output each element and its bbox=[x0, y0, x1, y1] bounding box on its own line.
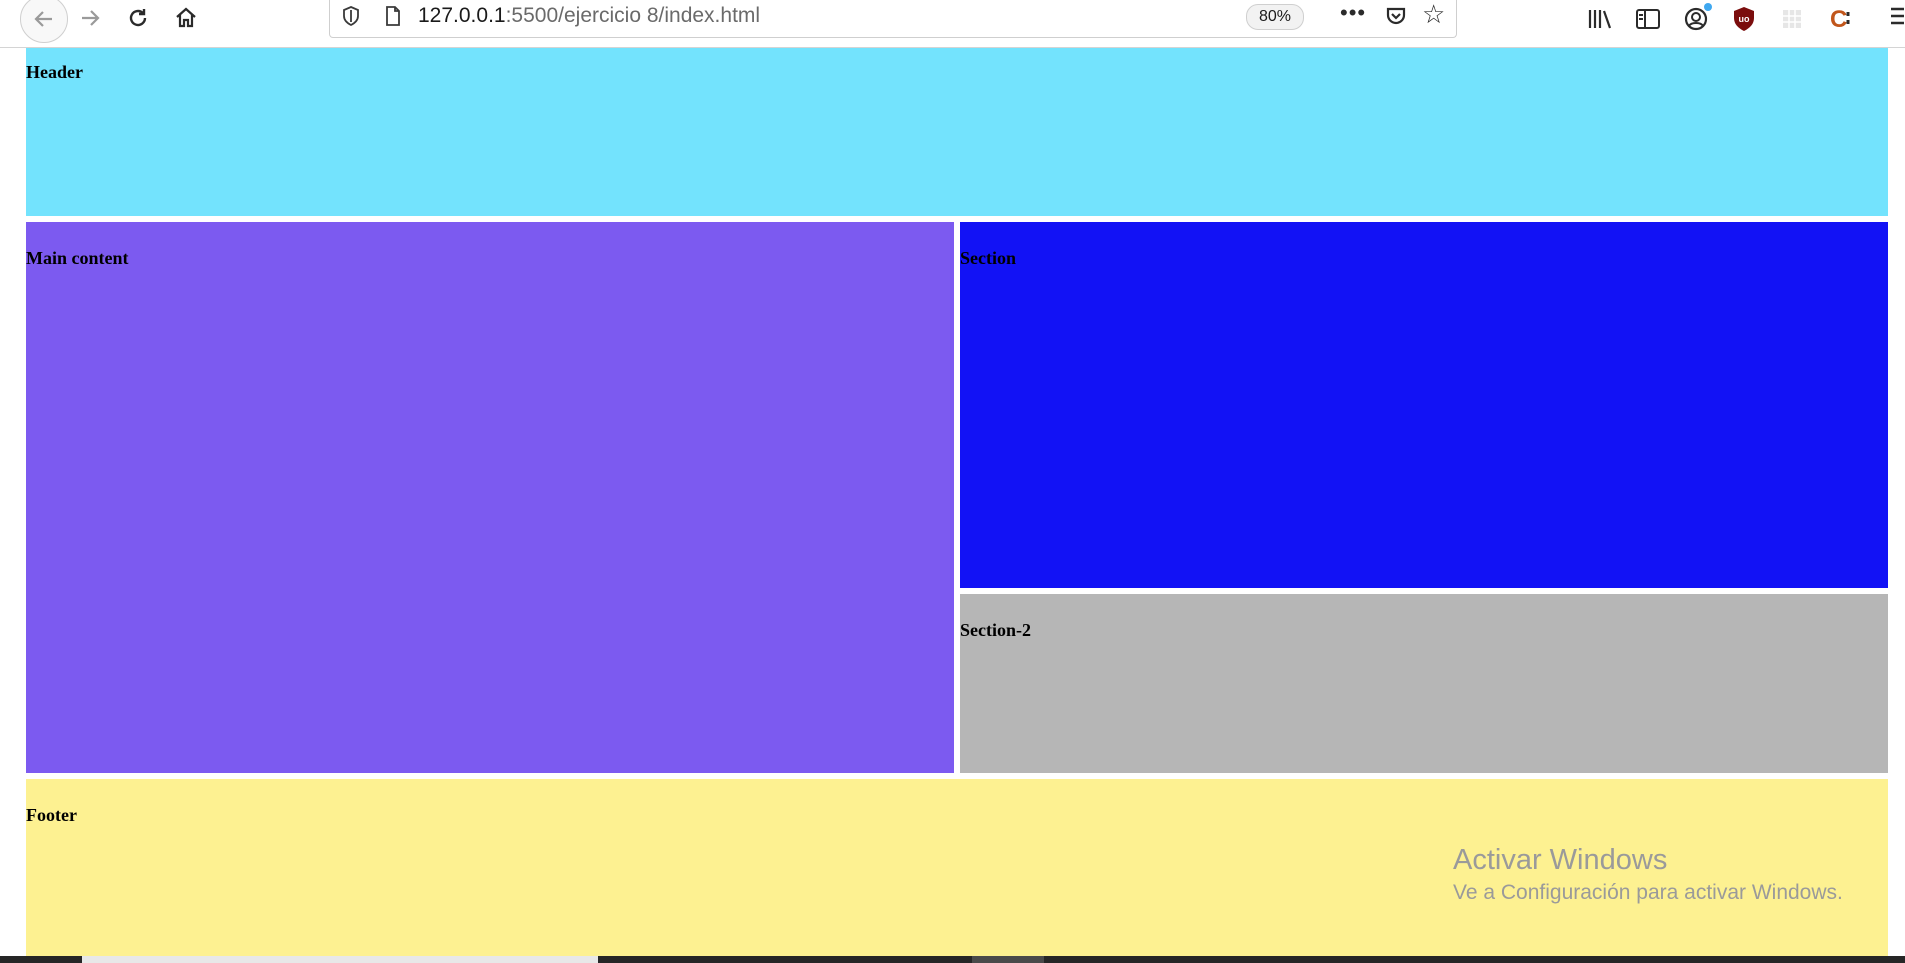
sidebar-icon[interactable] bbox=[1632, 3, 1664, 35]
section-2-block: Section-2 bbox=[960, 594, 1888, 773]
url-host: 127.0.0.1 bbox=[418, 4, 506, 27]
reload-icon[interactable] bbox=[118, 2, 158, 34]
windows-activation-watermark: Activar Windows Ve a Configuración para … bbox=[1453, 842, 1843, 908]
browser-toolbar: 127.0.0.1:5500/ejercicio 8/index.html 80… bbox=[0, 0, 1905, 48]
taskbar-segment bbox=[82, 956, 598, 963]
library-icon[interactable] bbox=[1584, 3, 1616, 35]
ublock-icon[interactable]: uo bbox=[1728, 3, 1760, 35]
section-block: Section bbox=[960, 222, 1888, 588]
pocket-icon[interactable] bbox=[1382, 2, 1410, 30]
notification-dot bbox=[1704, 3, 1712, 11]
c-extension-icon[interactable]: C bbox=[1824, 3, 1856, 35]
url-bar[interactable]: 127.0.0.1:5500/ejercicio 8/index.html 80… bbox=[329, 0, 1457, 38]
home-icon[interactable] bbox=[166, 2, 206, 34]
header-label: Header bbox=[26, 62, 83, 82]
hamburger-menu-icon[interactable] bbox=[1890, 4, 1904, 35]
shield-icon[interactable] bbox=[340, 4, 362, 28]
back-arrow-icon[interactable] bbox=[20, 0, 68, 43]
taskbar-segment bbox=[972, 956, 1044, 963]
section-label: Section bbox=[960, 248, 1016, 268]
bookmark-star-icon[interactable]: ☆ bbox=[1422, 0, 1445, 30]
header-block: Header bbox=[26, 48, 1888, 216]
page-icon[interactable] bbox=[382, 3, 404, 29]
taskbar-strip bbox=[0, 956, 1905, 963]
forward-arrow-icon[interactable] bbox=[70, 2, 110, 34]
svg-text:C: C bbox=[1830, 6, 1847, 32]
url-path: :5500/ejercicio 8/index.html bbox=[505, 4, 761, 27]
svg-text:uo: uo bbox=[1739, 14, 1750, 24]
extension-icon[interactable] bbox=[1776, 3, 1808, 35]
main-content-block: Main content bbox=[26, 222, 954, 773]
footer-label: Footer bbox=[26, 805, 77, 825]
url-text[interactable]: 127.0.0.1:5500/ejercicio 8/index.html bbox=[418, 4, 760, 28]
page-right-margin bbox=[1888, 48, 1905, 956]
zoom-level-button[interactable]: 80% bbox=[1246, 4, 1304, 30]
account-icon[interactable] bbox=[1680, 3, 1712, 35]
section-2-label: Section-2 bbox=[960, 620, 1031, 640]
watermark-subtitle: Ve a Configuración para activar Windows. bbox=[1453, 881, 1843, 904]
watermark-title: Activar Windows bbox=[1453, 844, 1668, 876]
main-content-label: Main content bbox=[26, 248, 129, 268]
page-actions-more-button[interactable]: ••• bbox=[1340, 0, 1366, 26]
